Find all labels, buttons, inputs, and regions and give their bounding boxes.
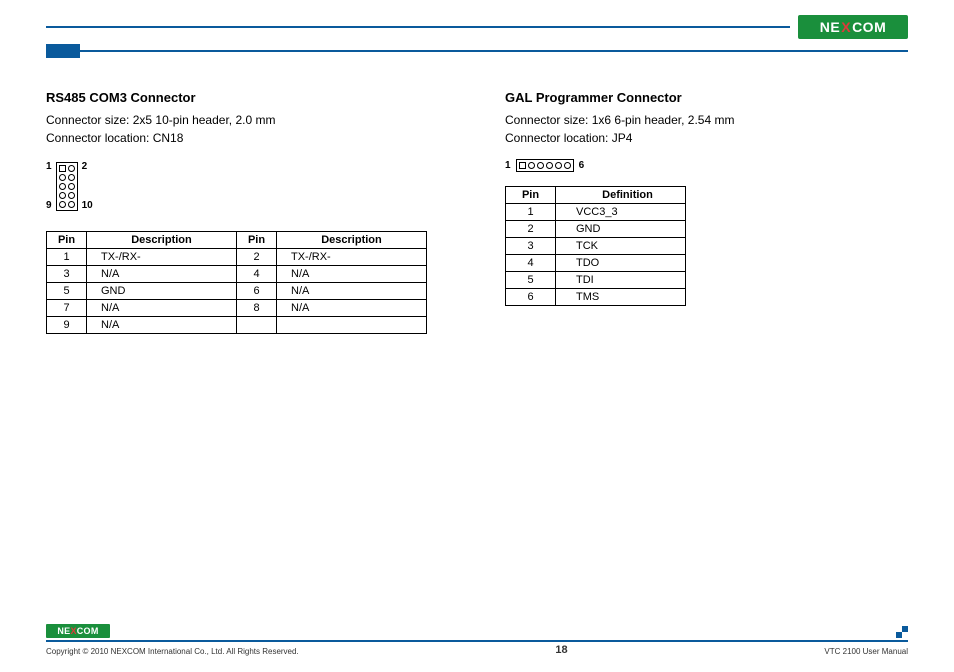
header-rule [46,26,790,28]
pin-label-9: 9 [46,200,52,211]
section-title: GAL Programmer Connector [505,90,908,105]
brand-mid: X [841,19,851,35]
table-row: 1TX-/RX-2TX-/RX- [47,249,427,266]
connector-size: Connector size: 2x5 10-pin header, 2.0 m… [46,111,449,129]
pinout-diagram-6pin: 1 6 [505,159,908,172]
header-6pin-icon [516,159,574,172]
pin-table-10: Pin Description Pin Description 1TX-/RX-… [46,231,427,334]
page-number: 18 [555,644,567,656]
page-tab-icon [46,44,80,58]
content-area: RS485 COM3 Connector Connector size: 2x5… [46,90,908,334]
connector-size: Connector size: 1x6 6-pin header, 2.54 m… [505,111,908,129]
page-tab-rule [80,50,908,52]
th-pin: Pin [47,232,87,249]
table-row: 6TMS [506,289,686,306]
footer-rule [46,640,908,642]
table-row: 3TCK [506,238,686,255]
brand-logo: NEXCOM [798,15,908,39]
pinout-diagram-10pin: 1 9 2 10 [46,161,93,211]
th-pin: Pin [506,187,556,204]
brand-pre: NE [820,19,840,35]
pin-label-1: 1 [46,161,52,172]
header-10pin-icon [56,162,78,211]
connector-location: Connector location: CN18 [46,129,449,147]
page-footer: NEXCOM Copyright © 2010 NEXCOM Internati… [46,624,908,656]
pin-label-6: 6 [579,160,585,171]
copyright-text: Copyright © 2010 NEXCOM International Co… [46,647,299,656]
connector-location: Connector location: JP4 [505,129,908,147]
brand-post: COM [852,19,886,35]
section-gal: GAL Programmer Connector Connector size:… [505,90,908,334]
manual-name: VTC 2100 User Manual [824,647,908,656]
pin-label-1: 1 [505,160,511,171]
table-row: 2GND [506,221,686,238]
pin-label-10: 10 [82,200,93,211]
th-def: Definition [556,187,686,204]
table-row: 3N/A4N/A [47,266,427,283]
th-desc: Description [87,232,237,249]
th-pin2: Pin [237,232,277,249]
pin-label-2: 2 [82,161,93,172]
th-desc2: Description [277,232,427,249]
table-row: 1VCC3_3 [506,204,686,221]
table-row: 5GND6N/A [47,283,427,300]
table-row: 9N/A [47,317,427,334]
footer-logo: NEXCOM [46,624,110,638]
section-rs485: RS485 COM3 Connector Connector size: 2x5… [46,90,449,334]
header-bar: NEXCOM [46,18,908,36]
corner-icon [896,626,908,638]
section-title: RS485 COM3 Connector [46,90,449,105]
pin-table-6: Pin Definition 1VCC3_3 2GND 3TCK 4TDO 5T… [505,186,686,306]
table-row: 7N/A8N/A [47,300,427,317]
table-row: 5TDI [506,272,686,289]
table-row: 4TDO [506,255,686,272]
